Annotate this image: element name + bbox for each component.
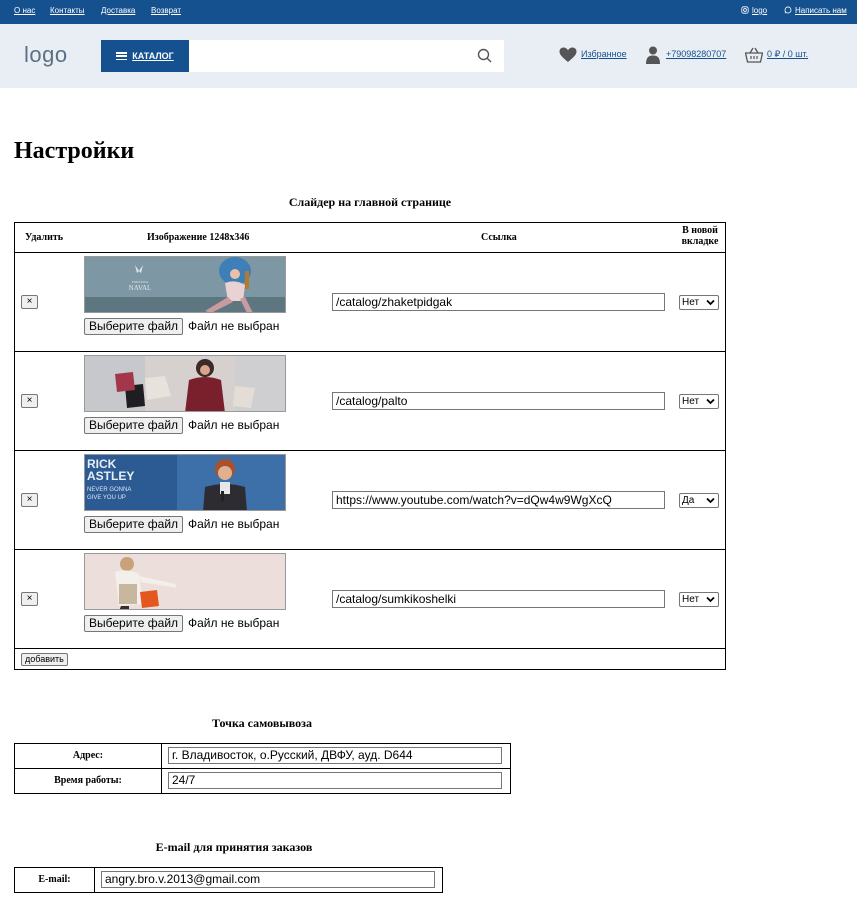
slider-row: × RICK ASTLEY NEVER GONNA GIVE YOU UP Вы… xyxy=(15,451,725,550)
instagram-icon xyxy=(741,6,749,14)
chevron-down-icon xyxy=(706,497,715,504)
basket-icon[interactable] xyxy=(745,47,763,63)
choose-file-button[interactable]: Выберите файл xyxy=(84,318,184,335)
delete-checkbox[interactable]: × xyxy=(21,493,38,507)
slide-link-input[interactable]: /catalog/zhaketpidgak xyxy=(332,293,665,311)
top-bar: О нас Контакты Доставка Возврат logo Нап… xyxy=(0,0,857,24)
topbar-link-delivery[interactable]: Доставка xyxy=(101,6,135,15)
rick-astley-image: RICK ASTLEY NEVER GONNA GIVE YOU UP xyxy=(85,455,285,510)
new-tab-select[interactable]: Да xyxy=(679,493,719,508)
delete-checkbox[interactable]: × xyxy=(21,592,38,606)
slide-image: FORTUNA NAVAL xyxy=(84,256,286,313)
banner-text-line-3: NEVER GONNA xyxy=(87,487,131,493)
new-tab-value: Нет xyxy=(682,396,700,407)
new-tab-select[interactable]: Нет xyxy=(679,394,719,409)
heart-icon[interactable] xyxy=(559,47,577,63)
chevron-down-icon xyxy=(706,596,715,603)
new-tab-select[interactable]: Нет xyxy=(679,295,719,310)
slider-table: Удалить Изображение 1248x346 Ссылка В но… xyxy=(14,222,726,670)
slider-row: × Выберите файл Файл не выбран /catalog/… xyxy=(15,550,725,649)
topbar-link-returns[interactable]: Возврат xyxy=(151,6,181,15)
slide-image xyxy=(84,553,286,610)
banner-text-line-4: GIVE YOU UP xyxy=(87,495,126,501)
address-input[interactable]: г. Владивосток, о.Русский, ДВФУ, ауд. D6… xyxy=(168,747,502,764)
instagram-link[interactable]: logo xyxy=(752,6,767,15)
banner-brand-line-2: NAVAL xyxy=(129,284,152,292)
chevron-down-icon xyxy=(706,299,715,306)
slide-image: RICK ASTLEY NEVER GONNA GIVE YOU UP xyxy=(84,454,286,511)
email-input[interactable]: angry.bro.v.2013@gmail.com xyxy=(101,871,435,888)
choose-file-button[interactable]: Выберите файл xyxy=(84,615,184,632)
topbar-link-contacts[interactable]: Контакты xyxy=(50,6,85,15)
slider-row: × Выберите файл Файл не выбран /catalog/… xyxy=(15,352,725,451)
slide-link-input[interactable]: https://www.youtube.com/watch?v=dQw4w9Wg… xyxy=(332,491,665,509)
site-logo[interactable]: logo xyxy=(24,42,68,68)
search-input[interactable] xyxy=(189,40,504,72)
file-status-text: Файл не выбран xyxy=(188,418,280,432)
column-header-image: Изображение 1248x346 xyxy=(147,232,250,243)
pickup-section-title: Точка самовывоза xyxy=(212,716,312,730)
favorites-link[interactable]: Избранное xyxy=(581,49,627,59)
write-us-link[interactable]: Написать нам xyxy=(795,6,847,15)
chevron-down-icon xyxy=(706,398,715,405)
add-slide-button[interactable]: добавить xyxy=(21,653,68,666)
new-tab-select[interactable]: Нет xyxy=(679,592,719,607)
new-tab-value: Нет xyxy=(682,594,700,605)
choose-file-button[interactable]: Выберите файл xyxy=(84,417,184,434)
slide-link-input[interactable]: /catalog/palto xyxy=(332,392,665,410)
site-header: logo КАТАЛОГ Избранное +79098280707 0 ₽ … xyxy=(0,24,857,88)
new-tab-value: Да xyxy=(682,495,695,506)
phone-link[interactable]: +79098280707 xyxy=(666,49,726,59)
slide-image xyxy=(84,355,286,412)
file-status-text: Файл не выбран xyxy=(188,319,280,333)
banner-text-line-2: ASTLEY xyxy=(87,469,134,483)
woman-orange-bag-image xyxy=(85,554,285,609)
slider-row: × FORTUNA NAVAL Выберите файл Файл не вы… xyxy=(15,253,725,352)
email-label: E-mail: xyxy=(38,874,71,885)
menu-icon xyxy=(116,52,128,60)
address-label: Адрес: xyxy=(72,750,104,761)
file-status-text: Файл не выбран xyxy=(188,517,280,531)
whatsapp-icon xyxy=(784,6,792,14)
column-header-new-tab: В новой вкладке xyxy=(681,225,719,247)
pickup-table-divider xyxy=(15,768,510,769)
pickup-table: Адрес: Время работы: г. Владивосток, о.Р… xyxy=(14,743,511,794)
cart-link[interactable]: 0 ₽ / 0 шт. xyxy=(767,49,808,60)
delete-checkbox[interactable]: × xyxy=(21,394,38,408)
search-icon[interactable] xyxy=(477,48,493,64)
woman-shopping-bags-image xyxy=(85,356,285,411)
email-table-divider xyxy=(94,868,95,892)
email-section-title: E-mail для принятия заказов xyxy=(155,840,313,854)
catalog-button[interactable]: КАТАЛОГ xyxy=(101,40,189,72)
page-title: Настройки xyxy=(14,138,135,164)
delete-checkbox[interactable]: × xyxy=(21,295,38,309)
file-status-text: Файл не выбран xyxy=(188,616,280,630)
slide-link-input[interactable]: /catalog/sumkikoshelki xyxy=(332,590,665,608)
hours-label: Время работы: xyxy=(54,775,122,786)
slider-table-header: Удалить Изображение 1248x346 Ссылка В но… xyxy=(15,223,725,253)
catalog-label: КАТАЛОГ xyxy=(132,51,174,61)
choose-file-button[interactable]: Выберите файл xyxy=(84,516,184,533)
column-header-link: Ссылка xyxy=(481,232,517,243)
user-icon[interactable] xyxy=(646,46,660,64)
new-tab-value: Нет xyxy=(682,297,700,308)
email-table: E-mail: angry.bro.v.2013@gmail.com xyxy=(14,867,443,893)
hours-input[interactable]: 24/7 xyxy=(168,772,502,789)
fashion-woman-fur-image: FORTUNA NAVAL xyxy=(85,257,285,312)
slider-section-title: Слайдер на главной странице xyxy=(288,195,452,209)
topbar-link-about[interactable]: О нас xyxy=(14,6,35,15)
column-header-delete: Удалить xyxy=(25,232,64,243)
